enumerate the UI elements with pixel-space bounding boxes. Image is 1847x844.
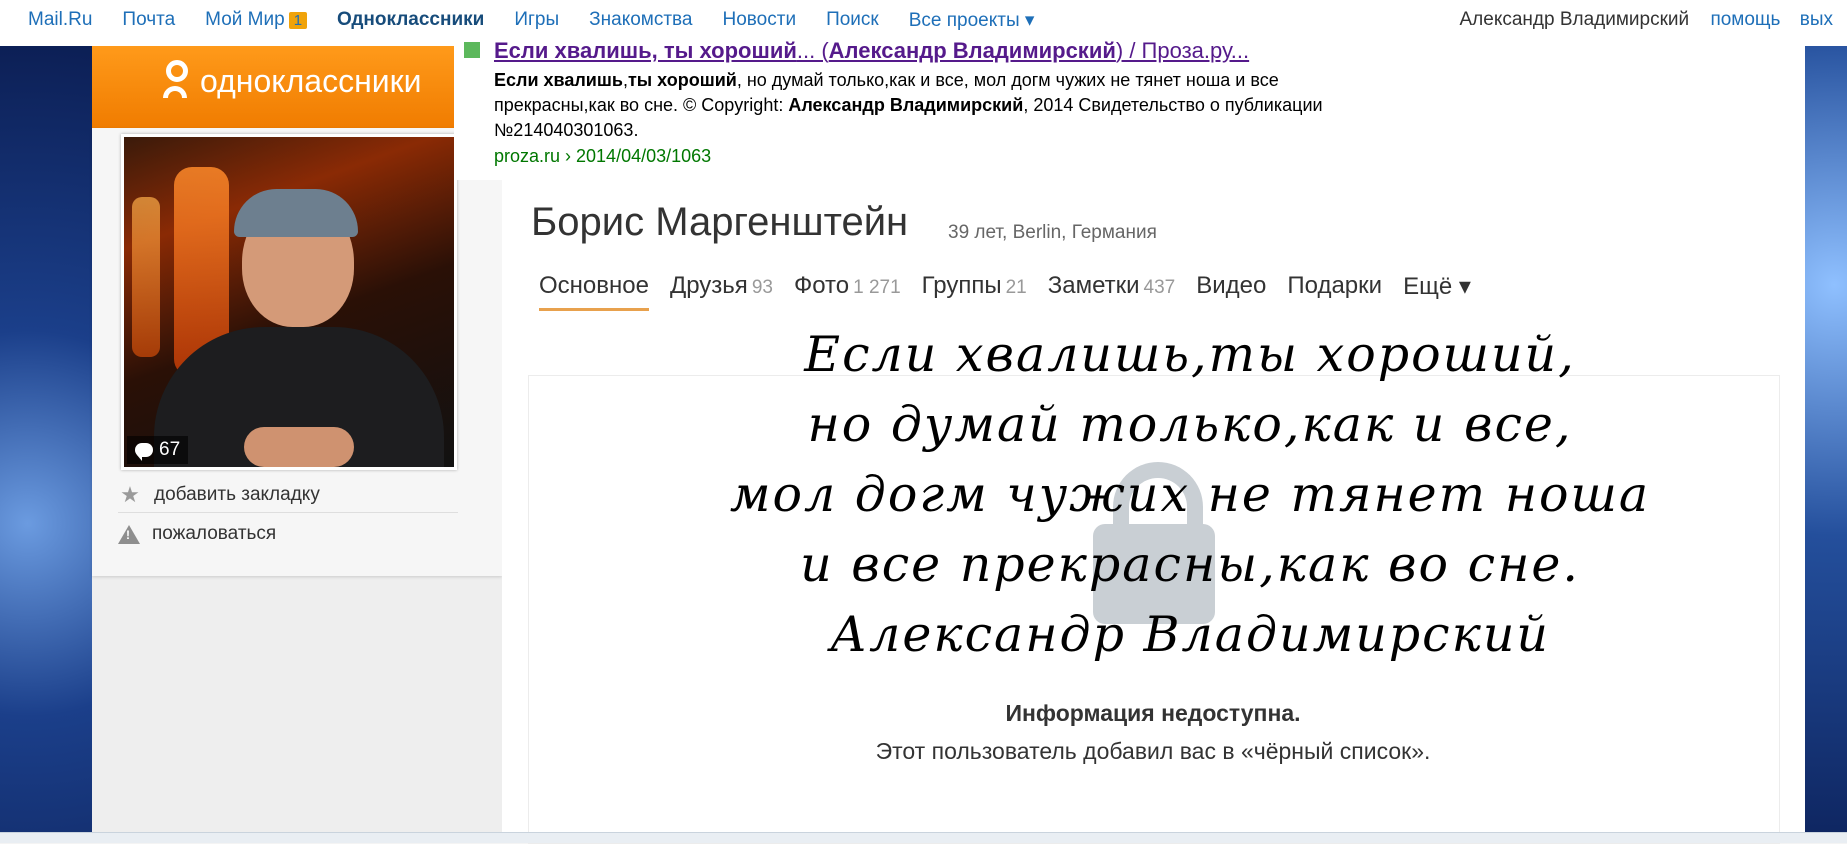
tab-main[interactable]: Основное — [539, 272, 649, 311]
photo-cap — [234, 189, 358, 237]
profile-meta: 39 лет, Berlin, Германия — [948, 222, 1157, 244]
current-user-name[interactable]: Александр Владимирский — [1460, 9, 1690, 30]
title-bold-author: Александр Владимирский — [829, 38, 1116, 63]
title-bold-phrase: Если хвалишь, ты хороший — [494, 38, 797, 63]
tab-gifts-label: Подарки — [1287, 272, 1382, 299]
tab-gifts[interactable]: Подарки — [1287, 272, 1382, 311]
nav-all-projects[interactable]: Все проекты ▾ — [909, 9, 1035, 32]
add-bookmark-link[interactable]: ★ добавить закладку — [118, 482, 320, 508]
background-art-right — [1805, 46, 1847, 842]
tab-photos-count: 1 271 — [853, 277, 901, 298]
nav-mailru[interactable]: Mail.Ru — [28, 9, 92, 32]
user-area: Александр Владимирский помощь вых — [1460, 9, 1847, 31]
exit-link[interactable]: вых — [1800, 9, 1833, 30]
site-favicon-icon — [464, 42, 480, 58]
title-suffix: ) / Проза.ру... — [1116, 38, 1249, 63]
complain-label: пожаловаться — [152, 523, 276, 545]
tab-friends-count: 93 — [752, 277, 773, 298]
divider — [118, 512, 458, 513]
tab-main-label: Основное — [539, 272, 649, 299]
nav-dating[interactable]: Знакомства — [589, 9, 692, 32]
complain-link[interactable]: пожаловаться — [118, 523, 276, 545]
poem-line: Если хвалишь,ты хороший, — [640, 320, 1740, 390]
tab-friends[interactable]: Друзья93 — [670, 272, 773, 311]
search-result-snippet: Если хвалишь, ты хороший... (Александр В… — [454, 34, 1805, 180]
snippet-bold-2: ты хороший — [628, 70, 737, 90]
avatar-comments-badge[interactable]: 67 — [127, 436, 188, 464]
ok-logo[interactable]: одноклассники — [160, 58, 421, 104]
poem-signature: Александр Владимирский — [640, 600, 1740, 670]
nav-news[interactable]: Новости — [723, 9, 797, 32]
profile-tabs: Основное Друзья93 Фото1 271 Группы21 Зам… — [539, 272, 1471, 311]
avatar[interactable]: 67 — [121, 134, 457, 470]
blocked-message: Этот пользователь добавил вас в «чёрный … — [528, 738, 1778, 765]
title-ellipsis: ... ( — [797, 38, 829, 63]
poem-line: мол догм чужих не тянет ноша — [640, 460, 1740, 530]
tab-photos[interactable]: Фото1 271 — [794, 272, 901, 311]
tab-notes-count: 437 — [1144, 277, 1176, 298]
tab-groups-label: Группы — [922, 272, 1002, 299]
tab-notes-label: Заметки — [1048, 272, 1140, 299]
nav-my-world-label: Мой Мир — [205, 9, 285, 30]
blocked-title: Информация недоступна. — [528, 700, 1778, 727]
ok-logo-text: одноклассники — [200, 63, 421, 100]
poem-line: и все прекрасны,как во сне. — [640, 530, 1740, 600]
tab-notes[interactable]: Заметки437 — [1048, 272, 1176, 311]
tab-photos-label: Фото — [794, 272, 849, 299]
ok-logo-icon — [160, 58, 190, 104]
nav-my-world-badge: 1 — [289, 12, 307, 29]
tab-video[interactable]: Видео — [1196, 272, 1266, 311]
warning-icon — [118, 525, 140, 544]
star-icon: ★ — [118, 482, 142, 508]
snippet-bold-author: Александр Владимирский — [788, 95, 1023, 115]
search-result-url[interactable]: proza.ru › 2014/04/03/1063 — [494, 146, 711, 167]
nav-mail[interactable]: Почта — [122, 9, 175, 32]
poem-overlay: Если хвалишь,ты хороший, но думай только… — [640, 320, 1740, 670]
tab-video-label: Видео — [1196, 272, 1266, 299]
tab-friends-label: Друзья — [670, 272, 748, 299]
nav-games[interactable]: Игры — [514, 9, 559, 32]
tab-groups-count: 21 — [1006, 277, 1027, 298]
help-link[interactable]: помощь — [1710, 9, 1780, 30]
photo-lamp-small — [132, 197, 160, 357]
nav-search[interactable]: Поиск — [826, 9, 879, 32]
nav-odnoklassniki[interactable]: Одноклассники — [337, 9, 484, 32]
window-bottom-edge — [0, 832, 1847, 843]
tab-groups[interactable]: Группы21 — [922, 272, 1027, 311]
snippet-bold-1: Если хвалишь — [494, 70, 623, 90]
comment-icon — [135, 443, 153, 457]
tab-more[interactable]: Ещё ▾ — [1403, 272, 1471, 311]
portal-nav: Mail.Ru Почта Мой Мир1 Одноклассники Игр… — [28, 9, 1034, 32]
photo-hands — [244, 427, 354, 467]
nav-my-world[interactable]: Мой Мир1 — [205, 9, 307, 32]
add-bookmark-label: добавить закладку — [154, 484, 320, 506]
poem-line: но думай только,как и все, — [640, 390, 1740, 460]
profile-name: Борис Маргенштейн — [531, 200, 908, 245]
search-result-title-link[interactable]: Если хвалишь, ты хороший... (Александр В… — [494, 38, 1249, 64]
search-result-description: Если хвалишь,ты хороший, но думай только… — [494, 68, 1394, 143]
comments-count: 67 — [159, 439, 180, 461]
tab-more-label: Ещё ▾ — [1403, 273, 1471, 300]
background-art-left — [0, 46, 92, 842]
